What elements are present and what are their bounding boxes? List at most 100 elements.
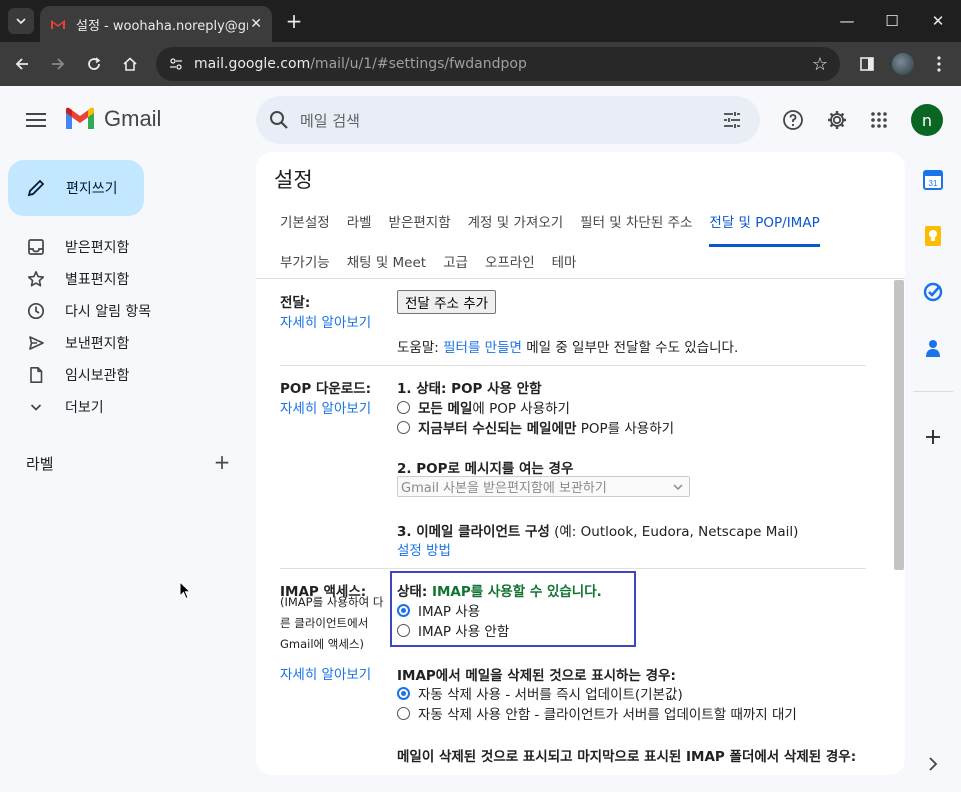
site-settings-icon[interactable] [166,54,186,74]
content-scrollbar[interactable] [894,280,904,570]
sidebar-item-inbox[interactable]: 받은편지함 [16,231,236,263]
home-button[interactable] [116,50,144,78]
settings-tabs-row-1: 기본설정 라벨 받은편지함 계정 및 가져오기 필터 및 차단된 주소 전달 및… [280,211,837,247]
back-button[interactable] [8,50,36,78]
app-name: Gmail [104,106,162,131]
imap-disable-radio[interactable] [397,624,410,637]
tab-general[interactable]: 기본설정 [280,211,330,239]
search-options-icon[interactable] [722,110,742,130]
gmail-m-icon [66,107,94,129]
tasks-app-button[interactable] [922,281,944,303]
section-divider [280,568,866,569]
settings-button[interactable] [825,108,849,132]
page-title: 설정 [274,168,313,192]
address-bar[interactable]: mail.google.com/mail/u/1/#settings/fwdan… [156,47,840,81]
browser-tab[interactable]: 설정 - woohaha.noreply@gmail.com ✕ [40,6,272,42]
reload-button[interactable] [80,50,108,78]
imap-enable-radio[interactable] [397,604,410,617]
add-label-button[interactable]: + [212,450,232,474]
tab-addons[interactable]: 부가기능 [280,251,330,279]
sidebar-item-sent[interactable]: 보낸편지함 [16,327,236,359]
maximize-button[interactable]: ☐ [872,6,912,36]
browser-menu-button[interactable] [925,50,953,78]
get-addons-button[interactable] [922,426,944,448]
reload-icon [88,57,101,70]
close-window-button[interactable]: ✕ [918,6,958,36]
pop-action-select[interactable]: Gmail 사본을 받은편지함에 보관하기 [397,476,690,497]
tab-chat-meet[interactable]: 채팅 및 Meet [347,251,426,279]
add-forwarding-address-button[interactable]: 전달 주소 추가 [397,290,497,314]
search-bar[interactable]: 메일 검색 [256,96,760,144]
pop-client-title: 3. 이메일 클라이언트 구성 [397,524,550,540]
gear-icon [828,111,846,129]
pop-client-config: 3. 이메일 클라이언트 구성 (예: Outlook, Eudora, Net… [397,520,798,540]
tab-forwarding-pop-imap[interactable]: 전달 및 POP/IMAP [709,211,820,247]
create-filter-link[interactable]: 필터를 만들면 [443,340,522,356]
send-icon [26,333,46,353]
tab-inbox[interactable]: 받은편지함 [389,211,451,239]
imap-enable-label[interactable]: IMAP 사용 [418,600,480,620]
chevron-down-icon [16,18,26,25]
calendar-app-button[interactable]: 31 [922,169,944,191]
pop-new-mail-radio[interactable] [397,421,410,434]
tab-close-icon[interactable]: ✕ [250,16,262,32]
compose-label: 편지쓰기 [66,181,118,197]
sidebar-item-snoozed[interactable]: 다시 알림 항목 [16,295,236,327]
keep-app-button[interactable] [922,225,944,247]
pop-all-mail-radio[interactable] [397,401,410,414]
pop-new-mail-rest: POP를 사용하기 [576,421,675,437]
main-menu-button[interactable] [24,108,48,132]
bookmark-star-icon[interactable]: ☆ [812,54,828,75]
tab-filters[interactable]: 필터 및 차단된 주소 [580,211,692,239]
pop-learn-more-link[interactable]: 자세히 알아보기 [280,397,371,417]
sidebar-item-starred[interactable]: 별표편지함 [16,263,236,295]
tab-search-button[interactable] [8,8,34,34]
imap-status-prefix: 상태: [397,584,432,600]
profile-button[interactable] [889,50,917,78]
imap-learn-more-link[interactable]: 자세히 알아보기 [280,663,371,683]
help-button[interactable] [781,108,805,132]
imap-delete-title: IMAP에서 메일을 삭제된 것으로 표시하는 경우: [397,668,676,684]
tab-advanced[interactable]: 고급 [443,251,468,279]
imap-disable-label[interactable]: IMAP 사용 안함 [418,620,509,640]
gmail-logo[interactable]: Gmail [64,106,161,132]
contacts-app-button[interactable] [922,337,944,359]
minimize-button[interactable]: — [827,6,867,36]
forward-button[interactable] [44,50,72,78]
auto-expunge-on-label[interactable]: 자동 삭제 사용 - 서버를 즉시 업데이트(기본값) [418,683,683,703]
forwarding-label: 전달: [280,295,311,311]
sidebar-item-label: 더보기 [65,400,104,416]
sidebar-item-drafts[interactable]: 임시보관함 [16,359,236,391]
tasks-check-icon [923,282,943,302]
gmail-favicon-icon [51,20,65,29]
search-icon[interactable] [268,109,290,131]
tab-offline[interactable]: 오프라인 [485,251,535,279]
show-side-panel-button[interactable] [922,753,944,775]
pop-all-mail-label[interactable]: 모든 메일에 POP 사용하기 [418,397,570,417]
sidebar-item-label: 별표편지함 [65,272,130,288]
forward-arrow-icon [52,58,65,70]
new-tab-button[interactable]: + [282,9,306,33]
imap-expunged-title: 메일이 삭제된 것으로 표시되고 마지막으로 표시된 IMAP 폴더에서 삭제된… [397,749,857,765]
forwarding-tip: 도움말: 필터를 만들면 메일 중 일부만 전달할 수도 있습니다. [397,336,738,356]
search-input[interactable]: 메일 검색 [300,110,722,131]
compose-button[interactable]: 편지쓰기 [8,160,144,216]
sidebar-item-label: 다시 알림 항목 [65,304,152,320]
forwarding-learn-more-link[interactable]: 자세히 알아보기 [280,311,371,331]
auto-expunge-off-label[interactable]: 자동 삭제 사용 안함 - 클라이언트가 서버를 업데이트할 때까지 대기 [418,703,797,723]
pop-setup-instructions-link[interactable]: 설정 방법 [397,539,451,559]
pop-new-mail-label[interactable]: 지금부터 수신되는 메일에만 POP를 사용하기 [418,417,674,437]
tab-themes[interactable]: 테마 [552,251,577,279]
account-avatar[interactable]: n [911,104,943,136]
labels-heading: 라벨 [26,455,54,473]
apps-button[interactable] [867,108,891,132]
auto-expunge-on-radio[interactable] [397,687,410,700]
auto-expunge-off-radio[interactable] [397,707,410,720]
tab-labels[interactable]: 라벨 [347,211,372,239]
sidebar-item-more[interactable]: 더보기 [16,391,236,423]
side-panel-button[interactable] [853,50,881,78]
url-domain: mail.google.com [194,56,311,72]
chevron-down-icon [26,397,46,417]
pop-download-label: POP 다운로드: [280,381,372,397]
tab-accounts[interactable]: 계정 및 가져오기 [468,211,564,239]
